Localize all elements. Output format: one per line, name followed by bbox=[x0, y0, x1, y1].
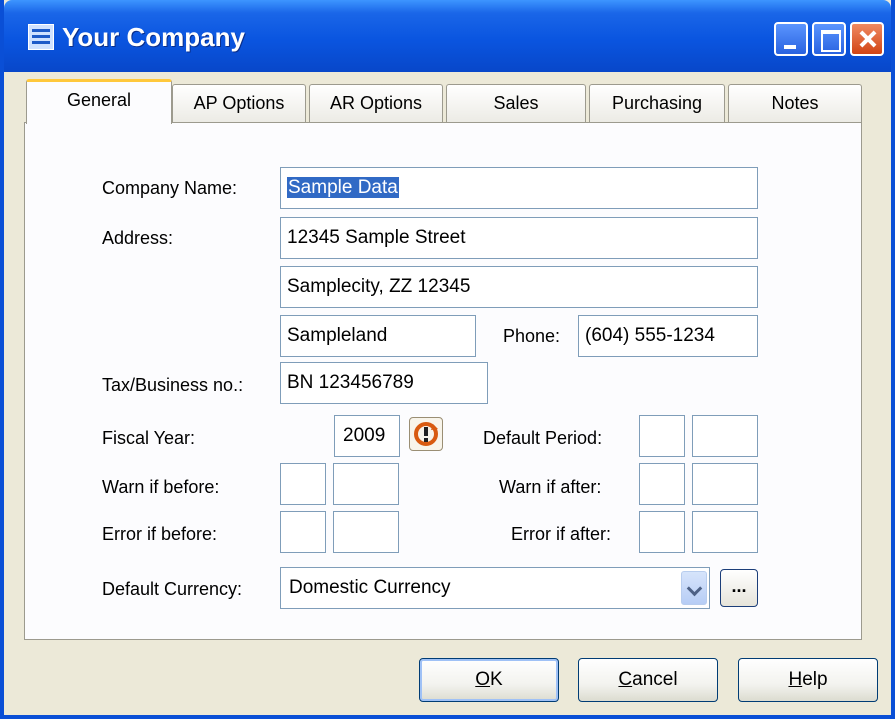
warn-after-field-2[interactable] bbox=[692, 463, 758, 505]
address-line3-field[interactable]: Sampleland bbox=[280, 315, 476, 357]
error-after-label: Error if after: bbox=[511, 524, 612, 544]
close-button[interactable] bbox=[850, 22, 884, 56]
address-label: Address: bbox=[102, 228, 174, 248]
default-period-field-1[interactable] bbox=[639, 415, 685, 457]
tab-strip: General AP Options AR Options Sales Purc… bbox=[26, 79, 866, 124]
form-icon bbox=[28, 24, 54, 50]
cancel-mnemonic: C bbox=[618, 669, 633, 690]
tab-ar-options[interactable]: AR Options bbox=[309, 84, 443, 122]
phone-label: Phone: bbox=[503, 326, 561, 346]
company-name-field[interactable]: Sample Data bbox=[280, 167, 758, 209]
help-mnemonic: H bbox=[788, 669, 803, 690]
warn-after-label: Warn if after: bbox=[499, 477, 602, 497]
warn-before-label: Warn if before: bbox=[102, 477, 220, 497]
warn-before-field-1[interactable] bbox=[280, 463, 326, 505]
company-name-label: Company Name: bbox=[102, 178, 238, 198]
chevron-down-icon[interactable] bbox=[681, 571, 707, 605]
currency-browse-button[interactable]: ... bbox=[720, 569, 758, 607]
tax-business-field[interactable]: BN 123456789 bbox=[280, 362, 488, 404]
fiscal-year-field[interactable]: 2009 bbox=[334, 415, 400, 457]
fiscal-year-warning-icon[interactable] bbox=[409, 417, 443, 451]
ok-label-rest: K bbox=[490, 669, 503, 690]
ok-mnemonic: O bbox=[475, 669, 491, 690]
address-line1-field[interactable]: 12345 Sample Street bbox=[280, 217, 758, 259]
tab-general[interactable]: General bbox=[26, 79, 172, 124]
title-bar[interactable]: Your Company bbox=[4, 0, 891, 72]
default-currency-select[interactable]: Domestic Currency bbox=[280, 567, 710, 609]
fiscal-year-label: Fiscal Year: bbox=[102, 428, 196, 448]
help-label-rest: elp bbox=[802, 669, 828, 690]
warn-after-field-1[interactable] bbox=[639, 463, 685, 505]
tab-notes[interactable]: Notes bbox=[728, 84, 862, 122]
cancel-button[interactable]: Cancel bbox=[578, 658, 718, 702]
address-line2-field[interactable]: Samplecity, ZZ 12345 bbox=[280, 266, 758, 308]
default-period-field-2[interactable] bbox=[692, 415, 758, 457]
error-after-field-2[interactable] bbox=[692, 511, 758, 553]
warn-before-field-2[interactable] bbox=[333, 463, 399, 505]
default-period-label: Default Period: bbox=[483, 428, 603, 448]
tab-sales[interactable]: Sales bbox=[446, 84, 586, 122]
error-after-field-1[interactable] bbox=[639, 511, 685, 553]
tax-business-label: Tax/Business no.: bbox=[102, 375, 244, 395]
tab-ap-options[interactable]: AP Options bbox=[172, 84, 306, 122]
company-name-value: Sample Data bbox=[287, 177, 399, 198]
cancel-label-rest: ancel bbox=[632, 669, 678, 690]
maximize-button[interactable] bbox=[812, 22, 846, 56]
phone-field[interactable]: (604) 555-1234 bbox=[578, 315, 758, 357]
minimize-button[interactable] bbox=[774, 22, 808, 56]
tab-purchasing[interactable]: Purchasing bbox=[589, 84, 725, 122]
error-before-field-2[interactable] bbox=[333, 511, 399, 553]
ok-button[interactable]: OK bbox=[419, 658, 559, 702]
window-title: Your Company bbox=[62, 22, 245, 52]
help-button[interactable]: Help bbox=[738, 658, 878, 702]
default-currency-label: Default Currency: bbox=[102, 579, 243, 599]
error-before-field-1[interactable] bbox=[280, 511, 326, 553]
error-before-label: Error if before: bbox=[102, 524, 218, 544]
